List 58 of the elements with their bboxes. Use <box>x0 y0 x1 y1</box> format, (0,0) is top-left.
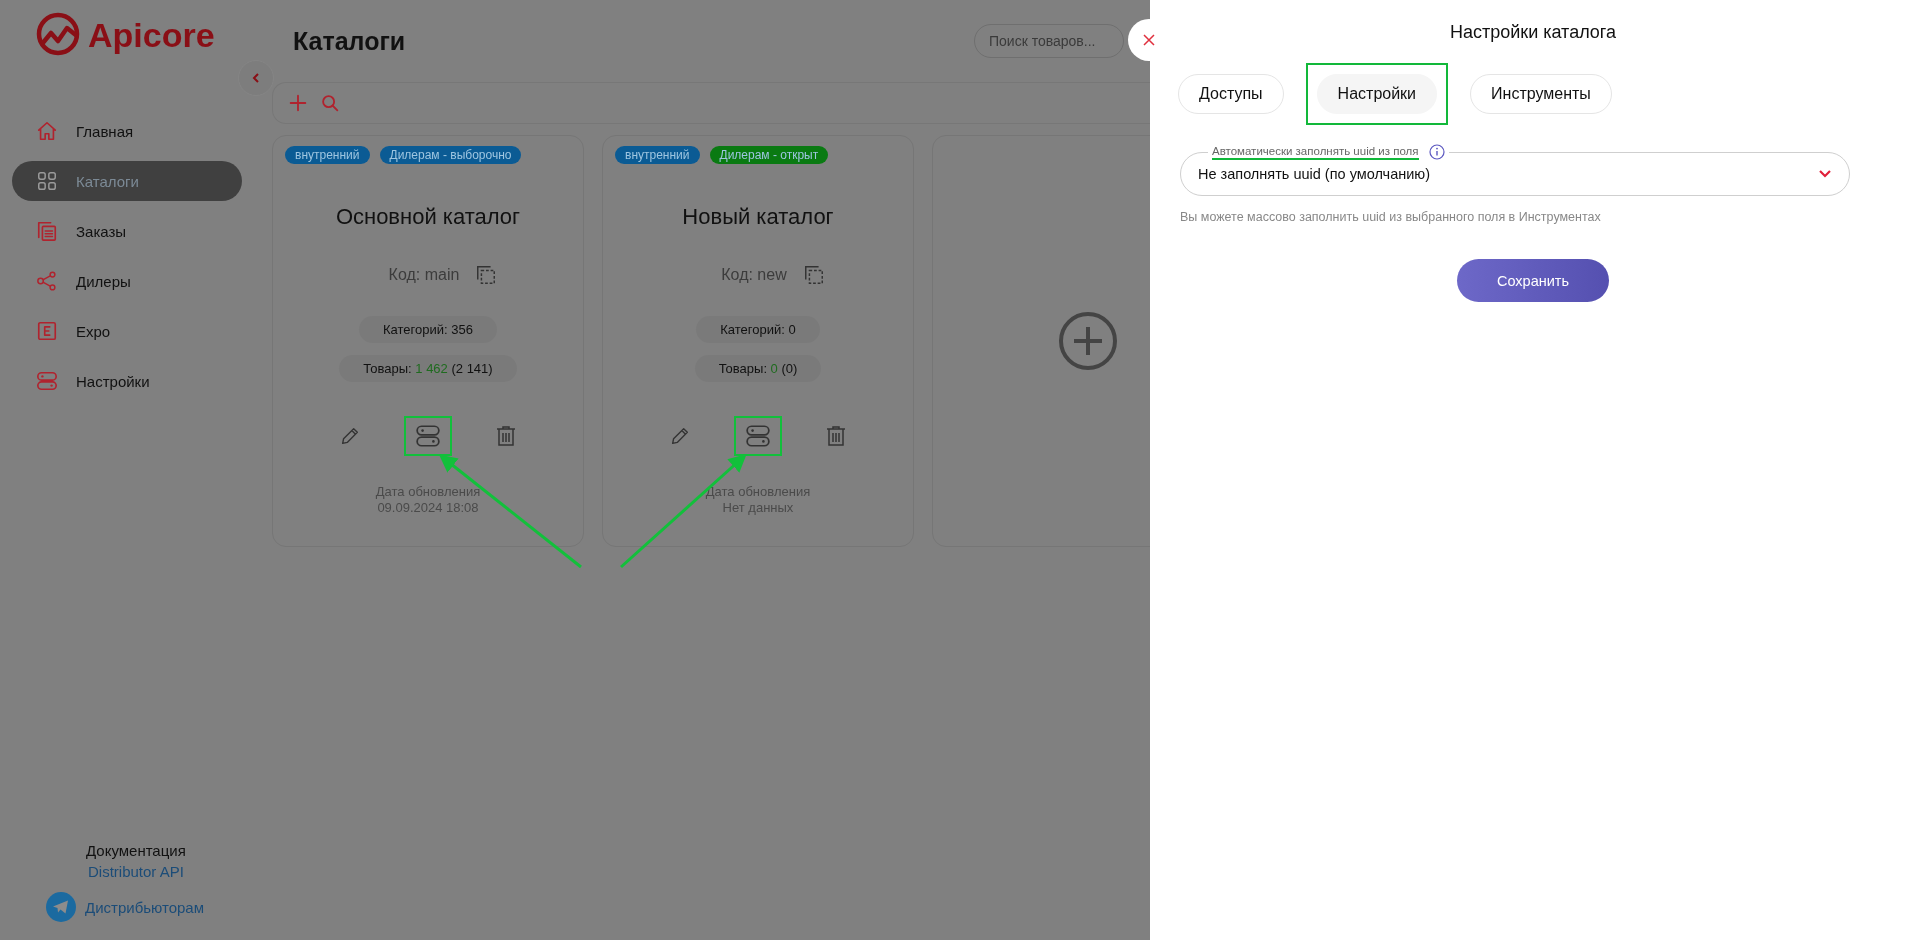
info-icon[interactable] <box>1428 144 1445 160</box>
trash-icon <box>494 424 518 448</box>
letter-e-icon <box>36 320 58 342</box>
catalog-code: Код: new <box>721 266 787 284</box>
search-icon[interactable] <box>319 92 341 114</box>
catalog-code: Код: main <box>388 266 460 284</box>
paper-plane-icon <box>46 892 76 922</box>
select-field[interactable]: Автоматически заполнять uuid из поля Не заполнять uuid (по умолчанию) <box>1180 143 1850 196</box>
tab[interactable]: Настройки <box>1316 74 1438 114</box>
chevron-left-icon <box>250 72 262 84</box>
sidebar-item[interactable]: Заказы <box>12 211 242 251</box>
hint-text: Вы можете массово заполнить uuid из выбранного поля в Инструментах <box>1180 210 1601 224</box>
add-button[interactable] <box>1058 311 1118 371</box>
page-title: Каталоги <box>293 26 406 56</box>
docs-label: Документация <box>86 842 187 859</box>
catalog-title: Основной каталог <box>335 204 521 230</box>
products-count: Товары: 1 462 (2 141) <box>339 355 517 382</box>
toggles-icon <box>745 423 771 449</box>
copy-icon <box>475 264 498 286</box>
copy-icon <box>802 264 825 286</box>
toggles-icon <box>36 370 58 392</box>
field-label: Автоматически заполнять uuid из поля <box>1212 144 1419 160</box>
pencil-icon <box>339 425 361 447</box>
sidebar-item[interactable]: Expo <box>12 311 242 351</box>
settings-button[interactable] <box>734 416 782 456</box>
toggles-icon <box>415 423 441 449</box>
save-button[interactable]: Сохранить <box>1457 259 1609 302</box>
settings-button[interactable] <box>404 416 452 456</box>
plus-icon[interactable] <box>287 92 309 114</box>
plus-circle-icon <box>1058 311 1118 371</box>
tag: Дилерам - выборочно <box>379 146 522 164</box>
trash-icon <box>824 424 848 448</box>
tag: внутренний <box>615 146 700 164</box>
copy-button[interactable] <box>802 264 825 286</box>
drawer-title: Настройки каталога <box>1449 22 1617 43</box>
tag: внутренний <box>285 146 370 164</box>
sidebar-item[interactable]: Каталоги <box>12 161 242 201</box>
catalog-title: Новый каталог <box>682 204 834 230</box>
sidebar-item[interactable]: Главная <box>12 111 242 151</box>
categories-count: Категорий: 0 <box>696 316 820 343</box>
copy-button[interactable] <box>475 264 498 286</box>
pencil-icon <box>669 425 691 447</box>
logo-text: Apicore <box>88 15 215 55</box>
close-icon <box>1142 33 1156 47</box>
sidebar-item[interactable]: Настройки <box>12 361 242 401</box>
categories-count: Категорий: 356 <box>359 316 497 343</box>
search-field[interactable]: Поиск товаров... <box>974 24 1124 58</box>
chevron-down-icon <box>1818 169 1832 179</box>
logo-icon <box>36 12 82 58</box>
share-icon <box>36 270 58 292</box>
sidebar-item[interactable]: Дилеры <box>12 261 242 301</box>
tab[interactable]: Доступы <box>1178 74 1284 114</box>
tab[interactable]: Инструменты <box>1470 74 1612 114</box>
home-icon <box>36 120 58 142</box>
tag: Дилерам - открыт <box>709 146 829 164</box>
products-count: Товары: 0 (0) <box>694 355 822 382</box>
grid-icon <box>36 170 58 192</box>
document-list-icon <box>36 220 58 242</box>
